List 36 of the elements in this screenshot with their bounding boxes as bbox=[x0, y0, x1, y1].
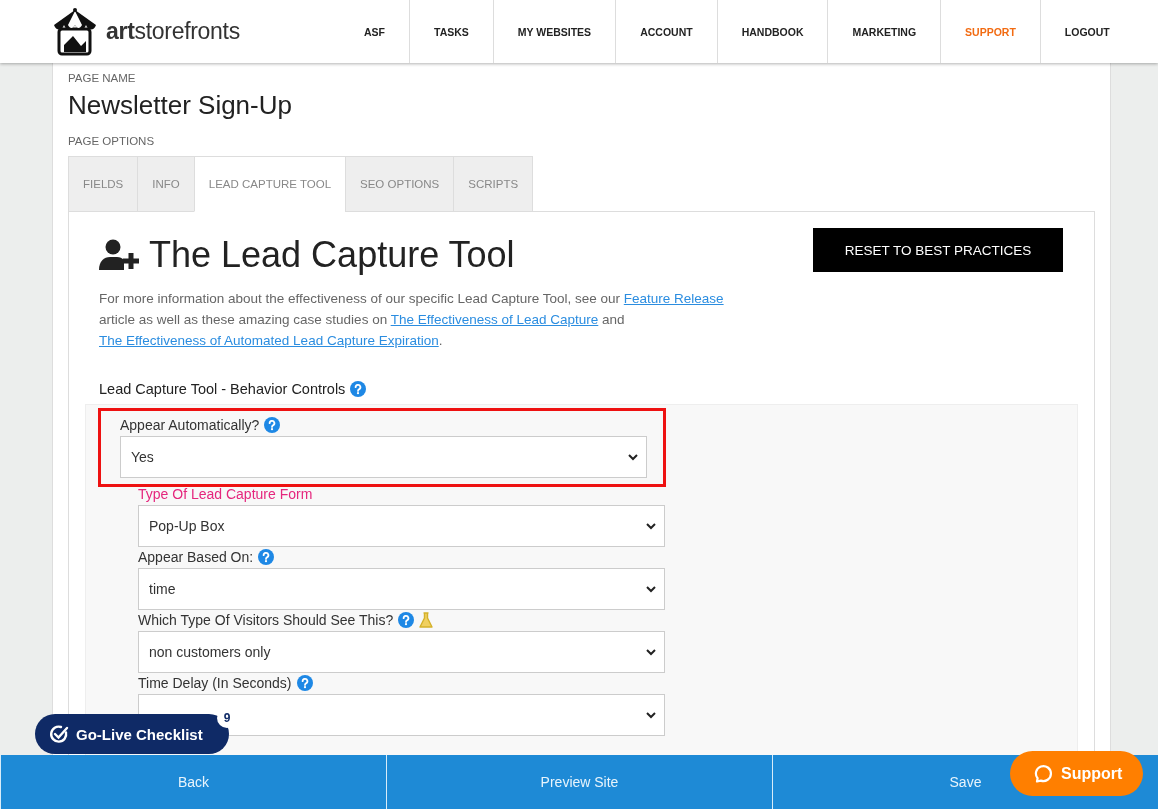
logo-text: artstorefronts bbox=[106, 18, 240, 45]
page-options-label: PAGE OPTIONS bbox=[68, 135, 156, 147]
tab[interactable]: LEAD CAPTURE TOOL bbox=[193, 156, 346, 212]
field-label: Appear Automatically? bbox=[120, 417, 260, 433]
select-field[interactable]: Yes bbox=[120, 436, 647, 478]
select-field[interactable]: time bbox=[138, 568, 665, 610]
help-icon[interactable] bbox=[296, 675, 313, 691]
field-label: Time Delay (In Seconds) bbox=[138, 675, 292, 691]
panel-title: The Lead Capture Tool bbox=[149, 234, 515, 276]
chevron-down-icon bbox=[646, 648, 656, 656]
help-icon[interactable] bbox=[258, 549, 275, 565]
add-user-icon bbox=[99, 239, 141, 271]
page-name-label: PAGE NAME bbox=[68, 72, 137, 84]
article-link[interactable]: The Effectiveness of Automated Lead Capture Expiration bbox=[99, 333, 439, 348]
intro-paragraph: For more information about the effectiveness of our specific Lead Capture Tool, see our Feature Release article as well as these amazing case studies on The Effectiveness of Lead Capture and The Effectiveness of Automated Lead Capture Expiration. bbox=[99, 290, 725, 350]
chevron-down-icon bbox=[646, 585, 656, 593]
article-link[interactable]: Feature Release bbox=[623, 291, 724, 306]
chevron-down-icon bbox=[646, 522, 656, 530]
select-field[interactable]: Pop-Up Box bbox=[138, 505, 665, 547]
help-icon[interactable] bbox=[264, 417, 281, 433]
select-field[interactable]: non customers only bbox=[138, 631, 665, 673]
help-icon[interactable] bbox=[350, 381, 367, 397]
help-icon[interactable] bbox=[398, 612, 415, 628]
chevron-down-icon bbox=[646, 711, 656, 719]
chevron-down-icon bbox=[628, 453, 638, 461]
field-label: Appear Based On: bbox=[138, 549, 254, 565]
reset-button[interactable]: RESET TO BEST PRACTICES bbox=[813, 228, 1063, 272]
field-label: Type Of Lead Capture Form bbox=[138, 486, 313, 502]
check-circle-icon bbox=[49, 724, 69, 744]
page-title: Newsletter Sign-Up bbox=[68, 90, 293, 121]
field-label: Which Type Of Visitors Should See This? bbox=[138, 612, 394, 628]
article-link[interactable]: The Effectiveness of Lead Capture bbox=[390, 312, 599, 327]
chat-bubble-icon bbox=[1032, 763, 1052, 784]
nav-link[interactable]: ASF bbox=[340, 0, 409, 63]
flask-icon bbox=[419, 612, 434, 628]
section-label: Lead Capture Tool - Behavior Controls bbox=[99, 381, 346, 397]
